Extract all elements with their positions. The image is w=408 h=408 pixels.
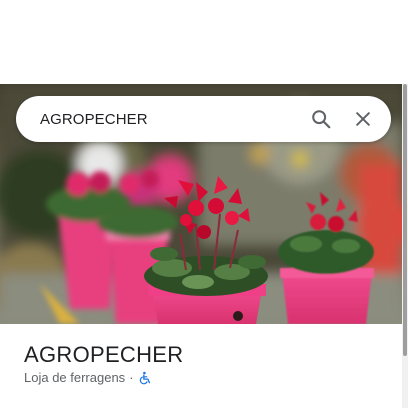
close-icon[interactable] [345, 101, 381, 137]
search-bar[interactable]: AGROPECHER [16, 96, 391, 142]
scrollbar-thumb[interactable] [403, 84, 407, 356]
scrollbar[interactable] [402, 84, 408, 408]
meta-separator: · [129, 370, 134, 385]
place-info: AGROPECHER Loja de ferragens · [0, 324, 402, 408]
place-meta: Loja de ferragens · [24, 370, 152, 385]
search-icon[interactable] [303, 101, 339, 137]
place-category: Loja de ferragens [24, 370, 126, 385]
top-blank-area [0, 0, 408, 84]
wheelchair-icon [138, 371, 152, 385]
place-panel: AGROPECHER AGROPECHER Loja de ferragens … [0, 0, 408, 408]
place-title: AGROPECHER [24, 342, 184, 367]
search-input[interactable]: AGROPECHER [40, 111, 297, 128]
